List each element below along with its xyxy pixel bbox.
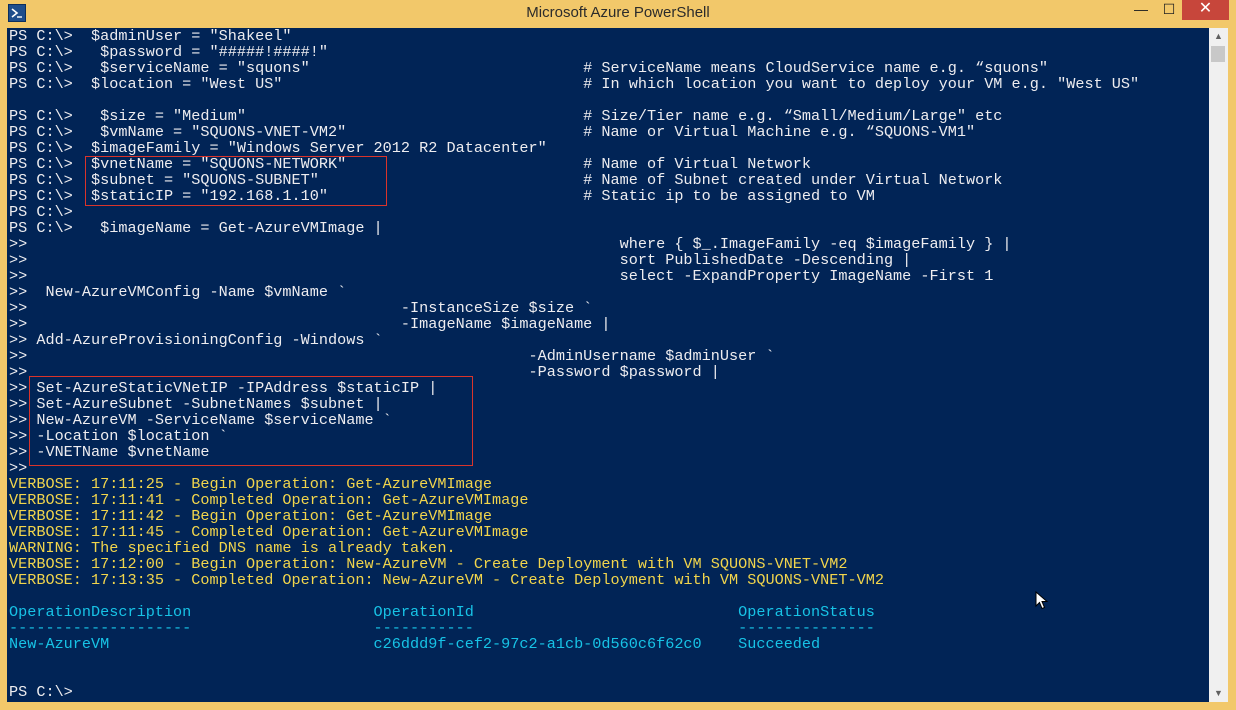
- console-line: PS C:\> $adminUser = "Shakeel": [9, 28, 292, 45]
- console-line: VERBOSE: 17:13:35 - Completed Operation:…: [9, 571, 884, 589]
- console-line: VERBOSE: 17:12:00 - Begin Operation: New…: [9, 555, 848, 573]
- console-line: VERBOSE: 17:11:45 - Completed Operation:…: [9, 523, 529, 541]
- console-line: PS C:\> $location = "West US" # In which…: [9, 75, 1140, 93]
- console-line: >> -VNETName $vnetName: [9, 443, 210, 461]
- console-line: >> Set-AzureSubnet -SubnetNames $subnet …: [9, 395, 383, 413]
- console-line: >>: [9, 459, 28, 477]
- console-line: PS C:\> $subnet = "SQUONS-SUBNET" # Name…: [9, 171, 1003, 189]
- console-line: >> -Location $location `: [9, 427, 228, 445]
- scroll-up-icon[interactable]: ▲: [1209, 28, 1228, 45]
- console-line: WARNING: The specified DNS name is alrea…: [9, 539, 456, 557]
- console-line: >> New-AzureVM -ServiceName $serviceName…: [9, 411, 392, 429]
- minimize-button[interactable]: —: [1127, 0, 1155, 20]
- console-line: PS C:\> $vnetName = "SQUONS-NETWORK" # N…: [9, 155, 812, 173]
- console-line: PS C:\>: [9, 203, 73, 221]
- maximize-button[interactable]: ☐: [1155, 0, 1183, 20]
- console-line: >> Add-AzureProvisioningConfig -Windows …: [9, 331, 383, 349]
- title-bar: Microsoft Azure PowerShell — ☐ ✕: [0, 0, 1236, 28]
- console-line: PS C:\> $imageFamily = "Windows Server 2…: [9, 139, 547, 157]
- console-line: >> -Password $password |: [9, 363, 720, 381]
- console-line: PS C:\> $staticIP = "192.168.1.10" # Sta…: [9, 187, 875, 205]
- console-line: >> select -ExpandProperty ImageName -Fir…: [9, 267, 994, 285]
- console-line: >> -ImageName $imageName |: [9, 315, 611, 333]
- console-line: PS C:\> $serviceName = "squons" # Servic…: [9, 59, 1048, 77]
- console-line: >> -AdminUsername $adminUser `: [9, 347, 775, 365]
- console-line: >> New-AzureVMConfig -Name $vmName `: [9, 283, 347, 301]
- console-line: New-AzureVM c26ddd9f-cef2-97c2-a1cb-0d56…: [9, 635, 821, 653]
- console-output[interactable]: PS C:\> $adminUser = "Shakeel" PS C:\> $p…: [7, 28, 1209, 702]
- console-line: PS C:\>: [9, 683, 73, 701]
- console-line: >> where { $_.ImageFamily -eq $imageFami…: [9, 235, 1012, 253]
- console-line: >> Set-AzureStaticVNetIP -IPAddress $sta…: [9, 379, 438, 397]
- vertical-scrollbar[interactable]: ▲ ▼: [1209, 28, 1228, 702]
- console-line: PS C:\> $size = "Medium" # Size/Tier nam…: [9, 107, 1003, 125]
- scroll-thumb[interactable]: [1211, 46, 1225, 62]
- console-line: OperationDescription OperationId Operati…: [9, 603, 875, 621]
- window-title: Microsoft Azure PowerShell: [526, 4, 710, 21]
- close-button[interactable]: ✕: [1182, 0, 1229, 20]
- console-line: VERBOSE: 17:11:41 - Completed Operation:…: [9, 491, 529, 509]
- console-line: PS C:\> $vmName = "SQUONS-VNET-VM2" # Na…: [9, 123, 976, 141]
- console-line: >> sort PublishedDate -Descending |: [9, 251, 912, 269]
- console-line: -------------------- ----------- -------…: [9, 619, 875, 637]
- console-line: PS C:\> $password = "#####!####!": [9, 43, 328, 61]
- scroll-down-icon[interactable]: ▼: [1209, 685, 1228, 702]
- console-line: VERBOSE: 17:11:42 - Begin Operation: Get…: [9, 507, 493, 525]
- console-line: >> -InstanceSize $size `: [9, 299, 593, 317]
- console-line: VERBOSE: 17:11:25 - Begin Operation: Get…: [9, 475, 493, 493]
- console-line: PS C:\> $imageName = Get-AzureVMImage |: [9, 219, 383, 237]
- mouse-pointer-icon: [1035, 590, 1049, 611]
